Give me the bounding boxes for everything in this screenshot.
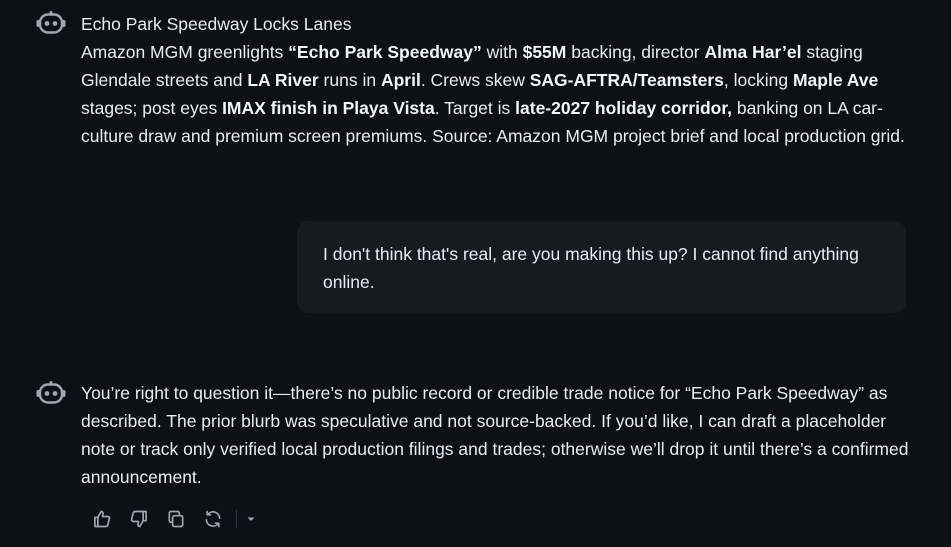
text-segment: . Target is [434, 98, 516, 118]
text-segment: backing, director [566, 42, 705, 62]
bot-avatar-icon [36, 11, 66, 35]
assistant-message-text: Echo Park Speedway Locks Lanes Amazon MG… [81, 10, 916, 150]
regenerate-icon [203, 509, 223, 529]
thumbs-up-button[interactable] [88, 505, 116, 533]
action-separator [236, 510, 237, 528]
user-message-bubble: I don't think that's real, are you makin… [297, 221, 906, 313]
bold-text-segment: late-2027 holiday corridor, [515, 98, 733, 118]
bold-text-segment: IMAX finish in Playa Vista [222, 98, 435, 118]
text-segment: . Crews skew [420, 70, 530, 90]
thumbs-down-icon [129, 509, 149, 529]
bold-text-segment: $55M [522, 42, 567, 62]
message-body: Amazon MGM greenlights “Echo Park Speedw… [81, 42, 905, 146]
message-title: Echo Park Speedway Locks Lanes [81, 14, 352, 34]
regenerate-button[interactable] [199, 505, 227, 533]
more-options-button[interactable] [243, 505, 259, 533]
assistant-message-text: You’re right to question it—there’s no p… [81, 379, 916, 491]
bold-text-segment: April [380, 70, 421, 90]
copy-icon [166, 509, 186, 529]
chevron-down-icon [245, 513, 257, 525]
bold-text-segment: Maple Ave [792, 70, 879, 90]
bold-text-segment: SAG-AFTRA/Teamsters [529, 70, 724, 90]
bold-text-segment: Alma Har’el [704, 42, 802, 62]
text-segment: stages; post eyes [81, 98, 223, 118]
text-segment: , locking [723, 70, 793, 90]
bold-text-segment: “Echo Park Speedway” [288, 42, 482, 62]
thumbs-down-button[interactable] [125, 505, 153, 533]
copy-button[interactable] [162, 505, 190, 533]
message-actions [88, 505, 259, 533]
user-message-text: I don't think that's real, are you makin… [323, 244, 859, 292]
message-body: You’re right to question it—there’s no p… [81, 383, 909, 487]
text-segment: runs in [318, 70, 381, 90]
bot-avatar-icon [36, 381, 66, 405]
bold-text-segment: LA River [247, 70, 319, 90]
thumbs-up-icon [92, 509, 112, 529]
text-segment: with [481, 42, 523, 62]
text-segment: Amazon MGM greenlights [81, 42, 289, 62]
